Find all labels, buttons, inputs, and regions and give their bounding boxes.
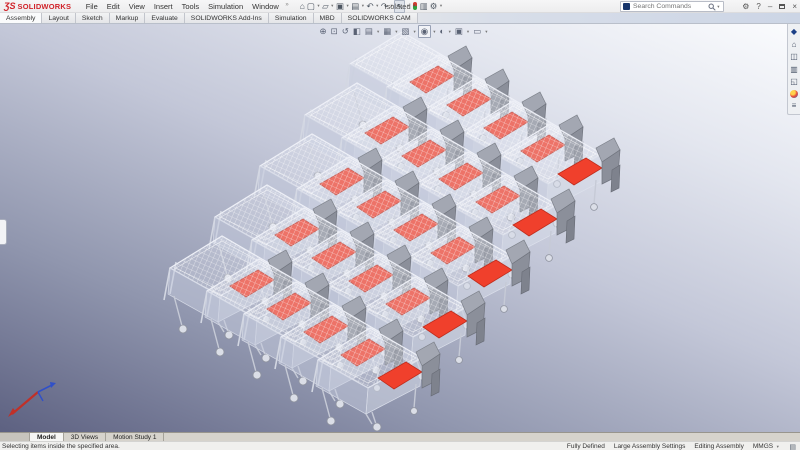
status-right: Fully Defined Large Assembly Settings Ed… [567,442,796,450]
chevron-down-icon[interactable]: ▾ [405,3,410,9]
chevron-down-icon[interactable]: ▾ [375,29,380,35]
solidworks-resources-icon[interactable]: ⌂ [792,40,797,49]
status-editing-assembly: Editing Assembly [694,443,744,450]
featuremanager-flyout-handle[interactable] [0,219,7,245]
chevron-down-icon[interactable]: ▾ [465,29,470,35]
select-icon[interactable]: ↖ [394,0,406,13]
chevron-down-icon[interactable]: ▾ [775,444,780,450]
section-view-icon[interactable]: ◧ [351,26,362,37]
tab-solidworks-cam[interactable]: SOLIDWORKS CAM [341,13,418,23]
model-view-tabs: Model 3D Views Motion Study 1 [0,432,800,441]
tab-markup[interactable]: Markup [109,13,146,23]
coordinate-triad [8,382,56,417]
tab-mbd[interactable]: MBD [313,13,342,23]
title-bar: ƷS SOLIDWORKS File Edit View Insert Tool… [0,0,800,13]
open-document-icon[interactable]: ▱ [321,1,330,12]
window-controls: ⚙ ? – × [742,0,797,13]
file-explorer-icon[interactable]: ▥ [790,65,798,74]
view-palette-icon[interactable]: ◱ [790,77,798,86]
status-fully-defined: Fully Defined [566,443,605,450]
undo-icon[interactable]: ↶ [366,1,375,12]
chevron-down-icon[interactable]: ▾ [484,29,489,35]
menu-edit[interactable]: Edit [102,2,124,11]
menu-view[interactable]: View [124,2,149,11]
new-document-icon[interactable]: ▢ [306,1,316,12]
menu-tools[interactable]: Tools [177,2,204,11]
graphics-area[interactable]: ⊕ ⊡ ↺ ◧ ▤ ▾ ▦ ▾ ▧ ▾ ◉ ▾ ◐ ▾ ▣ ▾ ▭ ▾ ◆ ⌂ ◫ ▥ ◱ ≡ [0,24,800,432]
solidworks-logo-text: SOLIDWORKS [17,1,72,11]
tab-model[interactable]: Model [30,433,64,441]
zoom-to-area-icon[interactable]: ⊡ [329,26,339,37]
menu-bar: File Edit View Insert Tools Simulation W… [81,2,291,11]
status-large-assembly-settings: Large Assembly Settings [613,443,686,450]
annotation-views-icon[interactable]: ▤ [363,26,374,37]
close-button[interactable]: × [792,2,797,11]
view-orientation-icon[interactable]: ▦ [382,26,393,37]
appearances-scenes-icon[interactable] [790,89,798,98]
status-bar: Selecting items inside the specified are… [0,441,800,450]
search-input[interactable] [633,3,708,10]
quick-access-toolbar: ⌂ ▢ ▾ ▱ ▾ ▣ ▾ ▤ ▾ ↶ ▾ ↷ ▾ ↖ ▾ ▥ ⚙ ▾ [299,0,444,13]
tab-layout[interactable]: Layout [42,13,76,23]
chevron-down-icon[interactable]: ▾ [716,4,721,10]
3dexperience-icon[interactable]: ◆ [791,27,797,36]
heads-up-view-toolbar: ⊕ ⊡ ↺ ◧ ▤ ▾ ▦ ▾ ▧ ▾ ◉ ▾ ◐ ▾ ▣ ▾ ▭ ▾ [318,25,489,38]
solidworks-logo-icon: ƷS [4,1,16,11]
menu-file[interactable]: File [81,2,102,11]
solidworks-logo: ƷS SOLIDWORKS [4,1,71,11]
menu-simulation[interactable]: Simulation [204,2,248,11]
help-icon[interactable]: ? [756,2,760,11]
tab-motion-study-1[interactable]: Motion Study 1 [106,433,165,441]
previous-view-icon[interactable]: ↺ [340,26,350,37]
chevron-down-icon[interactable]: ▾ [447,29,452,35]
search-icon[interactable] [708,3,716,11]
menu-window[interactable]: Window [248,2,284,11]
tab-evaluate[interactable]: Evaluate [145,13,185,23]
task-pane: ◆ ⌂ ◫ ▥ ◱ ≡ [787,24,800,115]
zoom-to-fit-icon[interactable]: ⊕ [318,26,328,37]
home-icon[interactable]: ⌂ [299,1,306,12]
file-properties-icon[interactable]: ▥ [419,1,429,12]
apply-scene-icon[interactable]: ▣ [453,26,464,37]
save-icon[interactable]: ▣ [335,1,345,12]
tab-scroll-area[interactable] [0,433,30,441]
edit-appearance-icon[interactable]: ◐ [438,26,446,37]
custom-properties-icon[interactable]: ≡ [792,101,797,110]
rebuild-icon[interactable] [412,2,417,10]
chevron-down-icon[interactable]: ▾ [432,29,437,35]
display-style-icon[interactable]: ▧ [400,26,411,37]
chevron-down-icon[interactable]: ▾ [394,29,399,35]
search-commands-box[interactable]: ▾ [620,1,724,12]
custom-properties-tag-icon[interactable]: ▤ [789,443,796,450]
chevron-down-icon[interactable]: ▾ [438,3,443,9]
shopping-cart-array[interactable] [163,31,621,432]
commandmanager-tabs: Assembly Layout Sketch Markup Evaluate S… [0,13,800,24]
solidworks-app-icon [623,3,630,10]
print-icon[interactable]: ▤ [350,1,360,12]
hide-show-items-icon[interactable]: ◉ [418,25,431,38]
unit-system-value: MMGS [752,443,774,450]
view-settings-icon[interactable]: ▭ [472,26,483,37]
tab-solidworks-add-ins[interactable]: SOLIDWORKS Add-Ins [184,13,269,23]
tab-assembly[interactable]: Assembly [0,13,43,23]
redo-icon[interactable]: ↷ [380,1,389,12]
restore-button[interactable] [779,4,786,9]
options-icon[interactable]: ⚙ [429,1,439,12]
chevron-down-icon[interactable]: ▾ [412,29,417,35]
gear-icon[interactable]: ⚙ [742,2,749,11]
design-library-icon[interactable]: ◫ [790,52,798,61]
tab-3d-views[interactable]: 3D Views [64,433,107,441]
status-message: Selecting items inside the specified are… [2,442,120,450]
minimize-button[interactable]: – [768,2,772,11]
assembly-3d-view[interactable] [0,24,800,432]
unit-system-selector[interactable]: MMGS ▾ [753,443,781,450]
solidworks-window: ƷS SOLIDWORKS File Edit View Insert Tool… [0,0,800,450]
menu-pin-icon[interactable]: » [283,2,290,11]
menu-insert[interactable]: Insert [149,2,177,11]
tab-simulation[interactable]: Simulation [268,13,314,23]
tab-sketch[interactable]: Sketch [75,13,110,23]
